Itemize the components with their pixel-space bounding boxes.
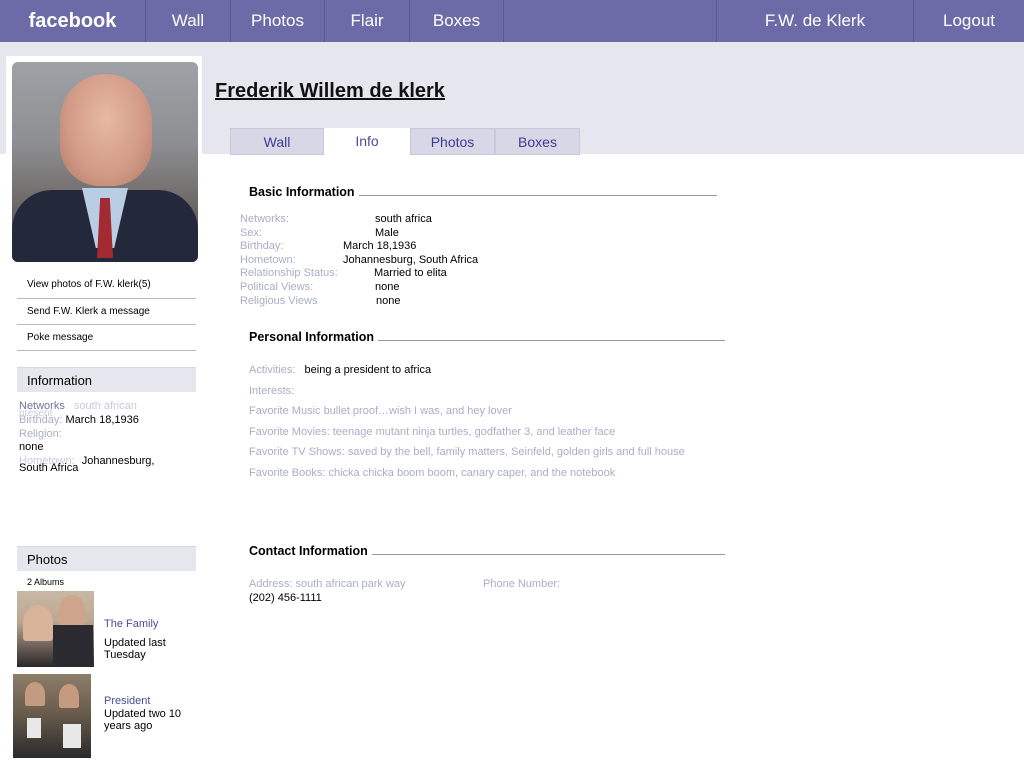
thumb-figure <box>59 684 79 708</box>
section-divider <box>372 554 725 555</box>
tab-boxes[interactable]: Boxes <box>495 128 580 155</box>
nav-boxes[interactable]: Boxes <box>410 0 504 42</box>
interests-label: Interests: <box>249 384 295 397</box>
thumb-suit <box>53 625 93 667</box>
basic-info-label: Political Views: <box>240 280 314 293</box>
activities-value: being a president to africa <box>304 364 432 376</box>
thumb-figure <box>23 605 53 641</box>
basic-info-value: none <box>375 280 400 293</box>
basic-info-value: Male <box>375 226 399 239</box>
section-divider <box>359 195 717 196</box>
address-field: Address: south african park way <box>249 578 406 590</box>
networks-value: south african <box>73 400 137 412</box>
information-box-header: Information <box>17 367 196 392</box>
birthday-value: March 18,1936 <box>65 414 139 426</box>
photos-box-header: Photos <box>17 546 196 571</box>
religion-label: Religion: <box>19 427 62 440</box>
phone-value: (202) 456-1111 <box>249 592 322 604</box>
basic-info-label: Sex: <box>240 226 263 239</box>
top-nav-bar: facebook Wall Photos Flair Boxes F.W. de… <box>0 0 1024 42</box>
logout-button[interactable]: Logout <box>914 0 1024 42</box>
personal-info: Activities: being a president to africa … <box>249 364 685 488</box>
poke-link[interactable]: Poke message <box>17 325 196 351</box>
basic-info-label: Relationship Status: <box>240 267 338 280</box>
activities-label: Activities: <box>249 364 296 376</box>
albums-count: 2 Albums <box>27 577 65 587</box>
view-photos-link[interactable]: View photos of F.W. klerk(5) <box>17 272 196 299</box>
nav-photos[interactable]: Photos <box>231 0 325 42</box>
tab-photos[interactable]: Photos <box>410 128 495 155</box>
thumb-figure <box>59 595 85 625</box>
thumb-figure <box>25 682 45 706</box>
profile-action-links: View photos of F.W. klerk(5) Send F.W. K… <box>17 272 196 351</box>
nav-flair[interactable]: Flair <box>325 0 410 42</box>
send-message-link[interactable]: Send F.W. Klerk a message <box>17 299 196 325</box>
basic-info-value: Married to elita <box>374 267 447 280</box>
album-title-president[interactable]: President <box>104 695 150 707</box>
album-thumbnail-president[interactable] <box>13 674 91 758</box>
profile-name: Frederik Willem de klerk <box>215 80 445 102</box>
hometown-value: Johannesburg, <box>81 454 155 467</box>
basic-info-title: Basic Information <box>249 185 355 199</box>
tab-wall[interactable]: Wall <box>230 128 324 155</box>
basic-info-label: Religious Views <box>240 294 318 307</box>
favorite-movies: Favorite Movies: teenage mutant ninja tu… <box>249 425 616 438</box>
basic-info-value: none <box>376 294 401 307</box>
profile-photo[interactable] <box>6 56 202 268</box>
nav-user-profile[interactable]: F.W. de Klerk <box>716 0 914 42</box>
contact-info-title: Contact Information <box>249 544 368 558</box>
album-updated-family: Updated last Tuesday <box>104 637 166 661</box>
album-thumbnail-family[interactable] <box>17 591 94 667</box>
section-divider <box>378 340 725 341</box>
basic-info-label: Networks: <box>240 213 289 225</box>
personal-info-title: Personal Information <box>249 330 375 344</box>
album-updated-president: Updated two 10 years ago <box>104 708 182 732</box>
basic-info-label: Birthday: <box>240 240 284 253</box>
tab-info[interactable]: Info <box>324 128 410 155</box>
photo-head <box>60 74 152 186</box>
profile-photo-image <box>12 62 198 262</box>
thumb-certificate <box>63 724 81 748</box>
album-title-family[interactable]: The Family <box>104 618 158 630</box>
favorite-books: Favorite Books: chicka chicka boom boom,… <box>249 466 616 479</box>
religion-value: none <box>19 441 44 453</box>
facebook-logo[interactable]: facebook <box>0 0 146 42</box>
thumb-certificate <box>27 718 41 738</box>
favorite-music: Favorite Music bullet proof…wish I was, … <box>249 405 512 418</box>
nav-wall[interactable]: Wall <box>146 0 231 42</box>
hometown-value-2: South Africa <box>19 461 79 474</box>
basic-info-value: Johannesburg, South Africa <box>343 253 479 266</box>
basic-info-value: March 18,1936 <box>343 240 417 253</box>
information-box: Networks south african present Birthday:… <box>19 400 199 474</box>
networks-present: present <box>19 408 53 419</box>
contact-info: Address: south african park way Phone Nu… <box>249 578 560 604</box>
basic-info-value: south africa <box>375 213 432 225</box>
favorite-tv-shows: Favorite TV Shows: saved by the bell, fa… <box>249 446 685 459</box>
phone-label: Phone Number: <box>483 578 561 590</box>
basic-info-label: Hometown: <box>240 253 296 266</box>
